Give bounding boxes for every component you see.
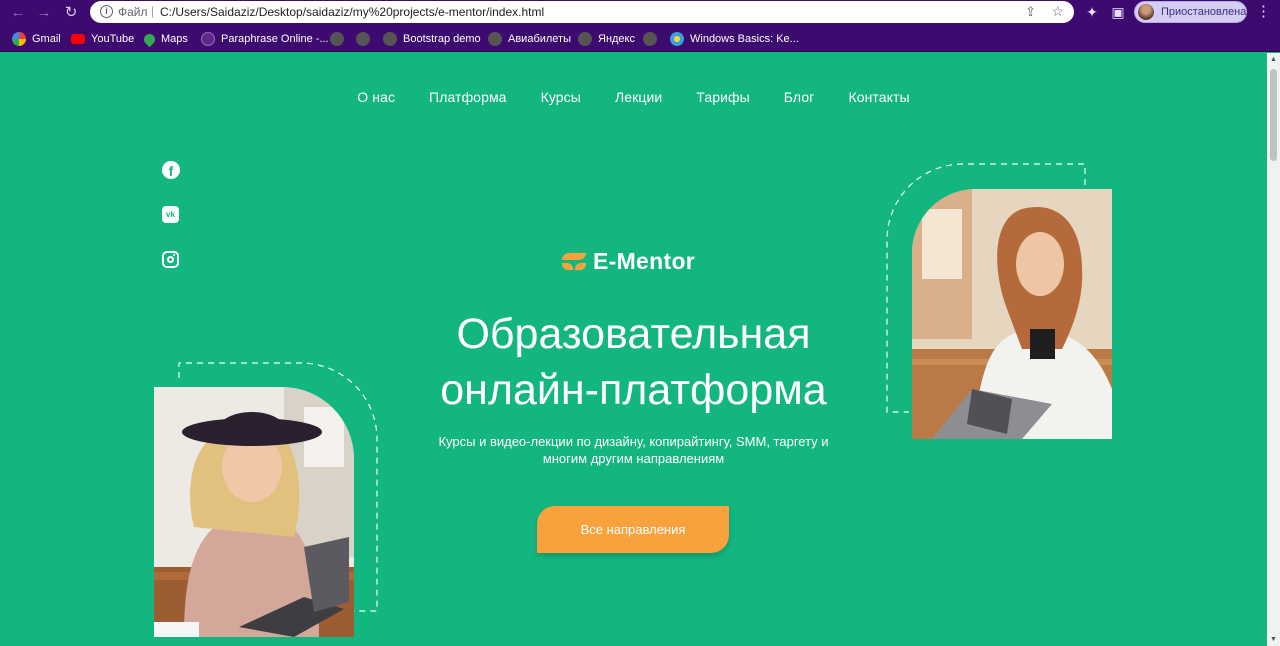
google-icon: [12, 32, 26, 46]
bookmark-aviabilety[interactable]: Авиабилеты: [488, 31, 571, 47]
bookmark-label: Gmail: [32, 33, 61, 45]
bookmark-star-icon[interactable]: ☆: [1051, 3, 1064, 20]
globe-icon: [330, 32, 344, 46]
bookmark-label: Maps: [161, 33, 188, 45]
globe-icon: [383, 32, 397, 46]
profile-status-label: Приостановлена: [1161, 6, 1247, 18]
bookmark-label: Яндекс: [598, 33, 635, 45]
scroll-down-icon[interactable]: ▼: [1270, 636, 1277, 643]
nav-link-lectures[interactable]: Лекции: [615, 89, 662, 105]
browser-toolbar: ← → ↻ i Файл | C:/Users/Saidaziz/Desktop…: [0, 0, 1280, 26]
page-content: О нас Платформа Курсы Лекции Тарифы Блог…: [0, 53, 1267, 646]
bookmark-globe-2[interactable]: [356, 31, 370, 47]
side-panel-icon[interactable]: ▣: [1109, 3, 1127, 21]
vk-icon[interactable]: vk: [162, 206, 179, 223]
back-arrow-icon[interactable]: ←: [8, 3, 28, 23]
bookmark-label: Bootstrap demo: [403, 33, 481, 45]
maps-icon: [141, 31, 158, 47]
bookmark-gmail[interactable]: Gmail: [12, 31, 61, 47]
paraphrase-icon: [201, 32, 215, 46]
youtube-icon: [71, 34, 85, 44]
bookmark-windows-basics[interactable]: Windows Basics: Ke...: [670, 31, 799, 47]
nav-link-contacts[interactable]: Контакты: [848, 89, 909, 105]
reload-icon[interactable]: ↻: [61, 3, 81, 23]
bookmark-label: Авиабилеты: [508, 33, 572, 45]
bookmark-paraphrase-online[interactable]: Paraphrase Online -...: [201, 31, 329, 47]
globe-icon: [356, 32, 370, 46]
instagram-icon[interactable]: [162, 251, 179, 268]
nav-link-about[interactable]: О нас: [357, 89, 395, 105]
address-separator: |: [151, 4, 155, 18]
browser-menu-icon[interactable]: ⋮: [1256, 3, 1271, 21]
nav-link-blog[interactable]: Блог: [784, 89, 815, 105]
hero-title-line-1: Образовательная: [456, 310, 811, 358]
forward-arrow-icon[interactable]: →: [34, 3, 54, 23]
nav-link-courses[interactable]: Курсы: [541, 89, 581, 105]
bookmark-label: Windows Basics: Ke...: [690, 33, 799, 45]
all-directions-button[interactable]: Все направления: [537, 506, 729, 553]
globe-icon: [488, 32, 502, 46]
scroll-thumb[interactable]: [1270, 69, 1277, 161]
bookmark-label: YouTube: [91, 33, 135, 45]
nav-link-platform[interactable]: Платформа: [429, 89, 507, 105]
hero-subtitle-line-1: Курсы и видео-лекции по дизайну, копирай…: [438, 434, 829, 449]
extensions-puzzle-icon[interactable]: ✦: [1083, 3, 1101, 21]
hero-photo-left: [154, 387, 354, 637]
hero-subtitle-line-2: многим другим направлениям: [542, 451, 725, 466]
share-icon[interactable]: ⇪: [1025, 4, 1036, 20]
nav-link-pricing[interactable]: Тарифы: [696, 89, 750, 105]
scroll-up-icon[interactable]: ▲: [1270, 56, 1277, 63]
info-icon[interactable]: i: [100, 5, 113, 18]
bookmark-youtube[interactable]: YouTube: [71, 31, 134, 47]
bookmark-bootstrap-demo[interactable]: Bootstrap demo: [383, 31, 481, 47]
globe-icon: [643, 32, 657, 46]
logo-text: E-Mentor: [593, 248, 696, 274]
windows-basics-icon: [670, 32, 684, 46]
bookmark-yandex[interactable]: Яндекс: [578, 31, 635, 47]
logo[interactable]: E-Mentor: [562, 248, 695, 275]
hero-title-line-2: онлайн-платформа: [440, 366, 827, 414]
bookmark-label: Paraphrase Online -...: [221, 33, 329, 45]
bookmark-globe-3[interactable]: [643, 31, 657, 47]
hero-photo-right: [912, 189, 1112, 439]
url-text[interactable]: C:/Users/Saidaziz/Desktop/saidaziz/my%20…: [160, 5, 544, 19]
file-label: Файл: [118, 5, 148, 19]
address-bar[interactable]: i Файл | C:/Users/Saidaziz/Desktop/saida…: [90, 1, 1074, 23]
profile-button[interactable]: Приостановлена: [1134, 1, 1247, 23]
avatar: [1138, 4, 1154, 20]
main-navigation: О нас Платформа Курсы Лекции Тарифы Блог…: [0, 89, 1267, 105]
bookmarks-bar: Gmail YouTube Maps Paraphrase Online -..…: [0, 26, 1280, 52]
facebook-icon[interactable]: f: [162, 161, 180, 179]
logo-mark-icon: [562, 252, 586, 272]
bookmark-maps[interactable]: Maps: [141, 31, 188, 47]
globe-icon: [578, 32, 592, 46]
bookmark-globe-1[interactable]: [330, 31, 344, 47]
page-scrollbar[interactable]: ▲ ▼: [1267, 53, 1280, 646]
